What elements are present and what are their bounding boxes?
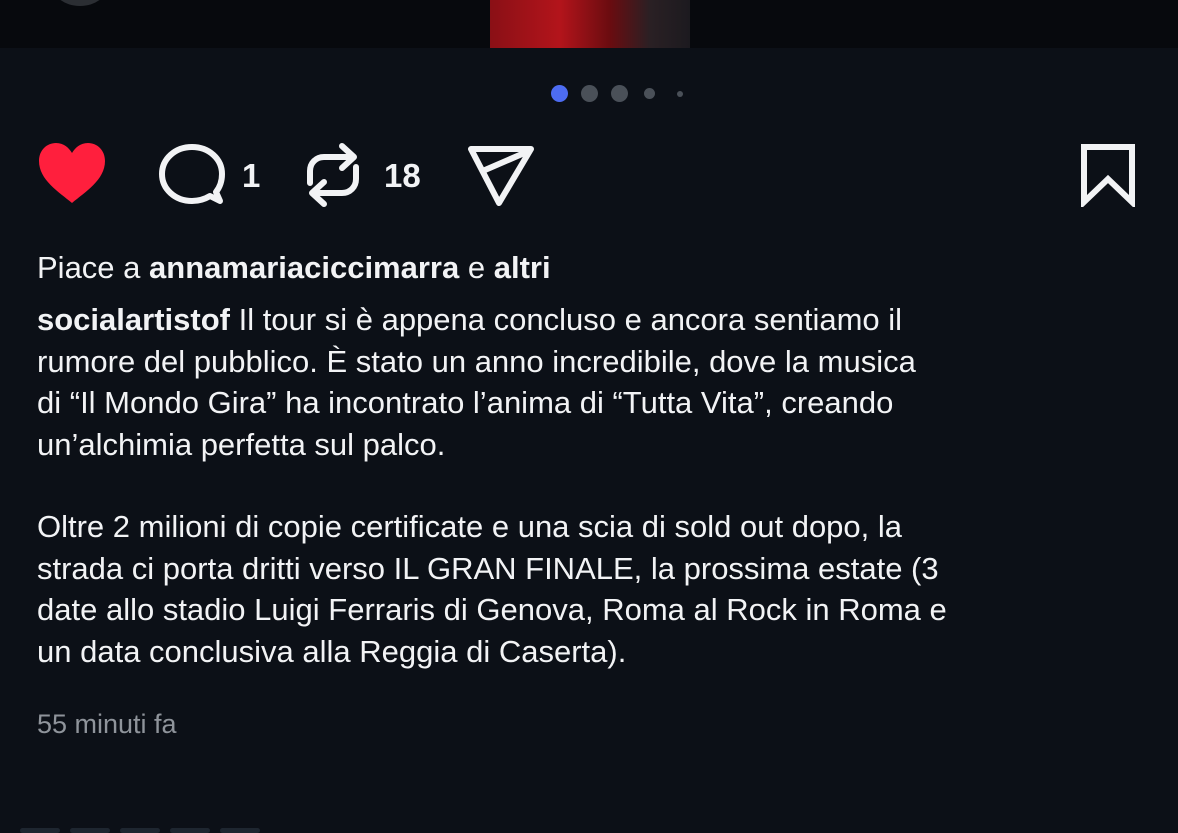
repost-icon — [307, 143, 359, 207]
carousel-dot-2 — [581, 85, 598, 102]
carousel-dot-1 — [551, 85, 568, 102]
repost-button[interactable] — [302, 141, 364, 209]
comment-bubble-icon — [159, 144, 225, 204]
caption-line: un’alchimia perfetta sul palco. — [37, 426, 446, 462]
bookmark-icon — [1081, 144, 1135, 210]
likes-others-link[interactable]: altri — [494, 250, 551, 285]
next-content-edge — [0, 826, 300, 833]
share-button[interactable] — [465, 142, 537, 208]
caption-line: un data conclusiva alla Reggia di Casert… — [37, 633, 627, 669]
carousel-dot-4 — [644, 88, 655, 99]
caption-text: Il tour si è appena concluso e ancora se… — [238, 302, 903, 337]
like-button[interactable] — [37, 142, 107, 206]
caption-line: Oltre 2 milioni di copie certificate e u… — [37, 509, 903, 544]
caption-line: date allo stadio Luigi Ferraris di Genov… — [37, 592, 947, 627]
save-button[interactable] — [1080, 143, 1136, 210]
post-timestamp: 55 minuti fa — [37, 709, 177, 739]
likes-connector: e — [467, 250, 486, 285]
media-overlay-button[interactable] — [50, 0, 110, 6]
caption-line: socialartistof Il tour si è appena concl… — [37, 299, 1147, 341]
liked-by-user-link[interactable]: annamariaciccimarra — [149, 250, 459, 285]
media-image-fragment — [490, 0, 690, 48]
likes-prefix: Piace a — [37, 250, 141, 285]
post-media[interactable] — [0, 0, 1178, 48]
comment-button[interactable] — [158, 143, 228, 207]
caption-line: di “Il Mondo Gira” ha incontrato l’anima… — [37, 385, 894, 420]
caption-line: strada ci porta dritti verso IL GRAN FIN… — [37, 550, 939, 586]
carousel-dot-3 — [611, 85, 628, 102]
carousel-indicator — [0, 84, 1178, 102]
repost-count: 18 — [384, 157, 421, 194]
comment-count: 1 — [242, 157, 261, 194]
likes-summary: Piace a annamariaciccimarra e altri — [37, 248, 551, 288]
post-page: 1 18 Piace a annamariaciccimarra e altri… — [0, 0, 1178, 833]
post-caption: socialartistof Il tour si è appena concl… — [37, 299, 1147, 672]
carousel-dot-5 — [677, 91, 683, 97]
send-icon — [468, 146, 534, 206]
caption-author-link[interactable]: socialartistof — [37, 302, 230, 337]
caption-line: rumore del pubblico. È stato un anno inc… — [37, 343, 916, 379]
heart-filled-icon — [39, 143, 105, 203]
